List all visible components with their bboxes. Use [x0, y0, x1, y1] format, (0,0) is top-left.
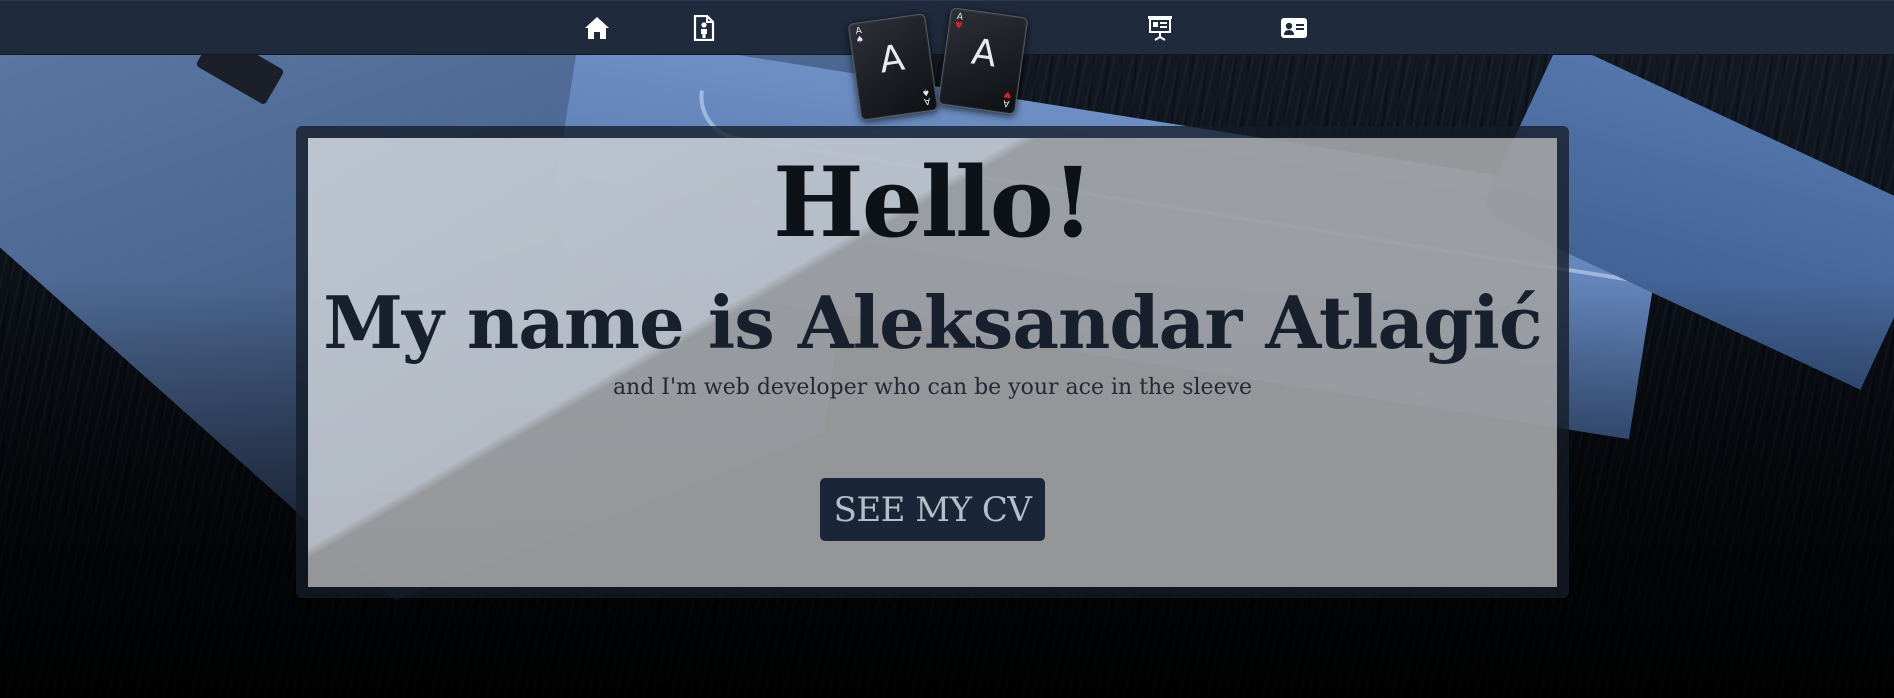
contact-card-icon — [1281, 18, 1307, 38]
heart-icon: ♥ — [1002, 88, 1013, 100]
card-letter: A — [968, 31, 1000, 76]
aces-logo[interactable]: A ♠ A A ♠ A ♥ A A ♥ — [846, 7, 1030, 121]
nav-home-link[interactable] — [582, 13, 612, 43]
home-icon — [585, 17, 609, 39]
ace-of-spades-card: A ♠ A A ♠ — [847, 13, 939, 121]
person-file-icon — [693, 15, 715, 41]
hero-name-line: My name is Aleksandar Atlagić — [323, 280, 1542, 365]
hero-tagline: and I'm web developer who can be your ac… — [612, 375, 1253, 400]
nav-portfolio-link[interactable] — [1145, 13, 1175, 43]
nav-about-link[interactable] — [689, 13, 719, 43]
spade-icon: ♠ — [921, 86, 931, 98]
presentation-board-icon — [1148, 16, 1172, 41]
hero-greeting: Hello! — [773, 146, 1094, 259]
hero-section: Hello! My name is Aleksandar Atlagić and… — [296, 126, 1569, 598]
nav-contact-link[interactable] — [1279, 13, 1309, 43]
hero-panel: Hello! My name is Aleksandar Atlagić and… — [308, 138, 1557, 587]
see-my-cv-button[interactable]: SEE MY CV — [820, 478, 1045, 541]
ace-of-hearts-card: A ♥ A A ♥ — [937, 7, 1029, 115]
